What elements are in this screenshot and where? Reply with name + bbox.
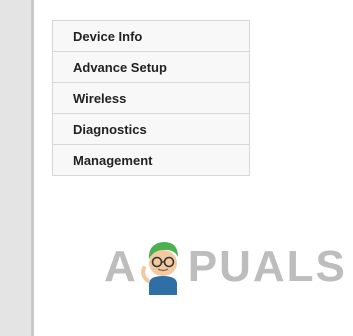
appuals-watermark: A PUALS	[104, 236, 347, 298]
watermark-text-left: A	[104, 242, 138, 291]
menu-item-management[interactable]: Management	[53, 145, 249, 176]
watermark-text-right: PUALS	[187, 242, 347, 291]
menu-item-label: Wireless	[73, 90, 127, 106]
menu-item-label: Advance Setup	[73, 59, 167, 75]
menu-item-advance-setup[interactable]: Advance Setup	[53, 52, 249, 83]
menu-item-device-info[interactable]: Device Info	[53, 21, 249, 52]
menu-item-wireless[interactable]: Wireless	[53, 83, 249, 114]
menu-item-label: Management	[73, 152, 153, 168]
mascot-icon	[140, 242, 178, 295]
panel-divider	[31, 0, 34, 336]
menu-item-diagnostics[interactable]: Diagnostics	[53, 114, 249, 145]
nav-menu: Device Info Advance Setup Wireless Diagn…	[52, 20, 250, 176]
menu-item-label: Device Info	[73, 28, 143, 44]
left-panel-edge	[0, 0, 34, 336]
menu-item-label: Diagnostics	[73, 121, 147, 137]
